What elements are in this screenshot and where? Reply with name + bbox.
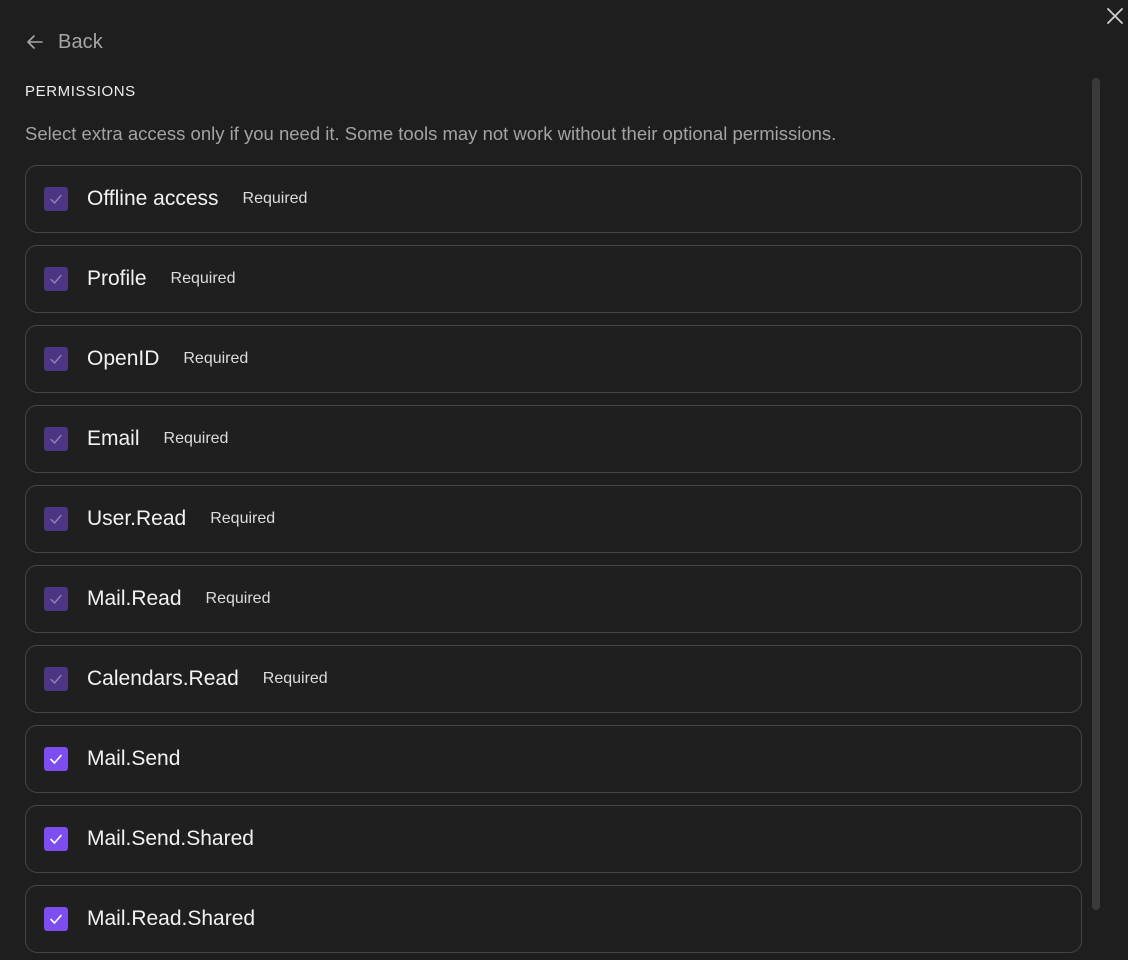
permission-row-offline-access: Offline access Required (25, 165, 1082, 233)
permission-name: Mail.Send.Shared (87, 827, 254, 850)
permission-checkbox[interactable] (44, 827, 68, 851)
permission-name: Calendars.Read (87, 667, 239, 690)
permission-name: User.Read (87, 507, 187, 530)
permission-name: Mail.Read (87, 587, 182, 610)
permission-checkbox[interactable] (44, 907, 68, 931)
arrow-left-icon (27, 35, 43, 49)
permission-name: Mail.Read.Shared (87, 907, 256, 930)
permission-checkbox[interactable] (44, 747, 68, 771)
section-title: PERMISSIONS (25, 83, 136, 100)
permission-checkbox (44, 667, 68, 691)
back-button[interactable]: Back (25, 28, 103, 56)
permission-checkbox (44, 427, 68, 451)
required-badge: Required (183, 350, 249, 367)
permission-row-email: Email Required (25, 405, 1082, 473)
permission-row-mail-read: Mail.Read Required (25, 565, 1082, 633)
required-badge: Required (205, 590, 271, 607)
required-badge: Required (163, 430, 229, 447)
close-icon (1107, 8, 1123, 24)
permission-checkbox (44, 347, 68, 371)
permission-row-mail-send[interactable]: Mail.Send (25, 725, 1082, 793)
permission-row-openid: OpenID Required (25, 325, 1082, 393)
permission-checkbox (44, 587, 68, 611)
permission-row-calendars-read: Calendars.Read Required (25, 645, 1082, 713)
check-icon (50, 594, 62, 604)
permission-name: OpenID (87, 347, 160, 370)
permission-checkbox (44, 187, 68, 211)
permission-row-mail-send-shared[interactable]: Mail.Send.Shared (25, 805, 1082, 873)
check-icon (50, 514, 62, 524)
close-button[interactable] (1103, 4, 1127, 28)
permission-name: Mail.Send (87, 747, 181, 770)
section-description: Select extra access only if you need it.… (25, 123, 837, 144)
permission-checkbox (44, 507, 68, 531)
required-badge: Required (262, 670, 328, 687)
permissions-panel: Back PERMISSIONS Select extra access onl… (0, 0, 1128, 960)
permission-row-user-read: User.Read Required (25, 485, 1082, 553)
check-icon (50, 674, 62, 684)
required-badge: Required (210, 510, 276, 527)
check-icon (50, 434, 62, 444)
scrollbar[interactable] (1092, 78, 1100, 910)
check-icon (50, 354, 62, 364)
check-icon (50, 914, 62, 924)
required-badge: Required (170, 270, 236, 287)
permission-row-profile: Profile Required (25, 245, 1082, 313)
check-icon (50, 754, 62, 764)
check-icon (50, 274, 62, 284)
permission-list: Offline access Required Profile Required… (25, 165, 1082, 960)
permission-name: Offline access (87, 187, 219, 210)
back-label: Back (58, 30, 103, 53)
check-icon (50, 194, 62, 204)
required-badge: Required (242, 190, 308, 207)
permission-name: Email (87, 427, 140, 450)
permission-row-mail-read-shared[interactable]: Mail.Read.Shared (25, 885, 1082, 953)
check-icon (50, 834, 62, 844)
permission-checkbox (44, 267, 68, 291)
permission-name: Profile (87, 267, 147, 290)
